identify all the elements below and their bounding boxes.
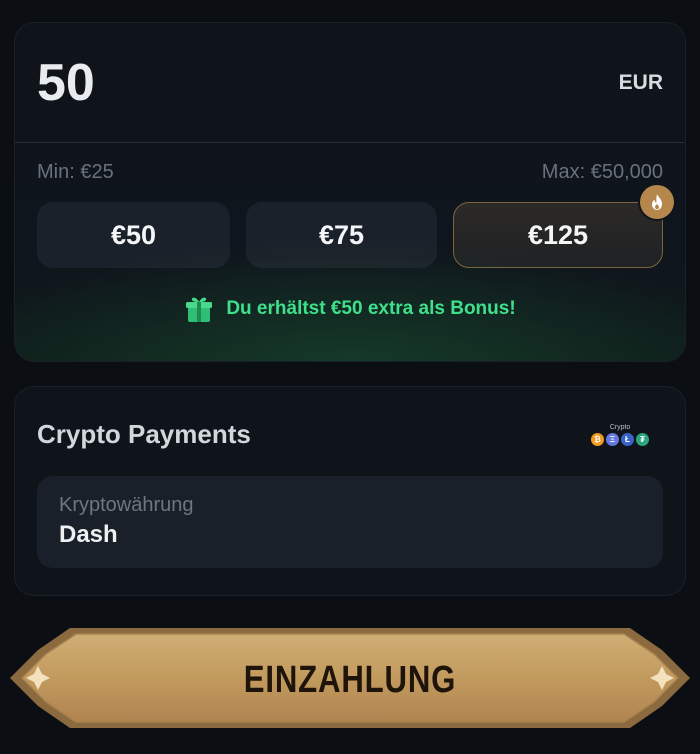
fire-icon <box>652 194 662 210</box>
bonus-message: Du erhältst €50 extra als Bonus! <box>15 294 685 324</box>
preset-button-125[interactable]: €125 <box>453 185 674 268</box>
min-amount-label: Min: €25 <box>37 161 114 183</box>
preset-label: €75 <box>318 219 365 250</box>
cryptocurrency-value: Dash <box>59 521 118 548</box>
deposit-button[interactable]: EINZAHLUNG <box>0 620 700 740</box>
crypto-logo-text: Crypto <box>609 423 631 431</box>
amount-input[interactable] <box>37 52 337 113</box>
currency-label: EUR <box>618 70 663 94</box>
amount-limits: Min: €25 Max: €50,000 <box>15 143 685 184</box>
deposit-page: EUR Min: €25 Max: €50,000 €50 €75 €125 <box>0 0 700 754</box>
gift-icon <box>186 297 213 322</box>
preset-button-50[interactable]: €50 <box>37 202 230 268</box>
litecoin-icon: Ł <box>621 432 634 446</box>
bonus-text: Du erhältst €50 extra als Bonus! <box>226 298 516 319</box>
crypto-header: Crypto Payments Crypto ₿ Ξ Ł ₮ <box>15 387 685 450</box>
crypto-logo: Crypto ₿ Ξ Ł ₮ <box>591 424 649 446</box>
preset-label: €50 <box>110 219 157 250</box>
ethereum-icon: Ξ <box>606 432 619 446</box>
amount-card: EUR Min: €25 Max: €50,000 €50 €75 €125 <box>14 22 686 362</box>
max-amount-label: Max: €50,000 <box>541 161 663 183</box>
preset-button-75[interactable]: €75 <box>246 202 437 268</box>
amount-row: EUR <box>15 23 685 143</box>
crypto-title: Crypto Payments <box>37 419 251 449</box>
tether-icon: ₮ <box>636 432 649 446</box>
deposit-button-label: EINZAHLUNG <box>243 658 457 701</box>
crypto-payments-card: Crypto Payments Crypto ₿ Ξ Ł ₮ Kryptowäh… <box>14 386 686 596</box>
preset-amounts: €50 €75 €125 <box>15 184 685 268</box>
cryptocurrency-select[interactable]: Kryptowährung Dash <box>37 476 663 568</box>
bitcoin-icon: ₿ <box>591 432 604 446</box>
preset-label: €125 <box>527 219 589 250</box>
cryptocurrency-label: Kryptowährung <box>59 494 194 516</box>
coin-icons: ₿ Ξ Ł ₮ <box>591 432 649 446</box>
hot-badge <box>640 185 674 219</box>
